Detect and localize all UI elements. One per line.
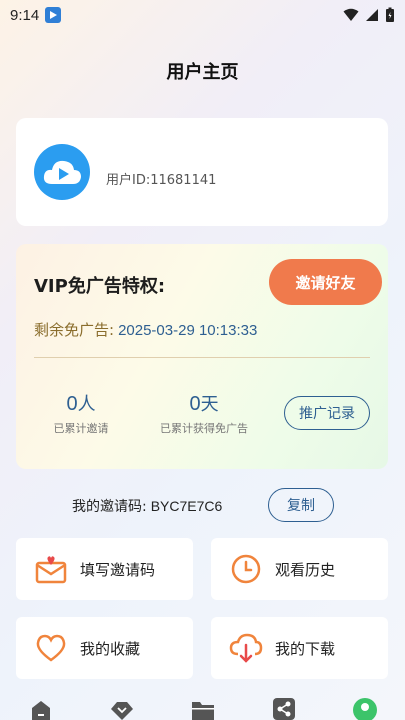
invited-stat: 0人 已累计邀请 [38,390,124,436]
invited-count: 0 [66,393,78,415]
remaining-label: 剩余免广告: [34,321,115,339]
cloud-play-icon [43,160,81,184]
app-notification-icon [45,7,62,23]
home-icon [31,701,50,720]
clock-icon [229,552,263,586]
days-count-row: 0天 [146,390,262,416]
status-bar: 9:14 [0,0,405,30]
menu-downloads[interactable]: 我的下载 [211,617,388,679]
menu-label: 填写邀请码 [80,560,156,579]
invite-code: 我的邀请码: BYC7E7C6 [72,496,222,516]
promo-records-button[interactable]: 推广记录 [284,396,370,430]
tab-vip[interactable] [102,694,142,720]
folder-icon [191,702,214,720]
profile-icon [352,698,377,720]
envelope-heart-icon [34,552,68,586]
invite-friends-button[interactable]: 邀请好友 [269,259,382,305]
menu-label: 我的收藏 [80,639,141,658]
avatar[interactable] [34,144,90,200]
invited-count-row: 0人 [38,390,124,416]
user-id: 用户ID:11681141 [106,173,217,188]
tab-home[interactable] [21,694,61,720]
signal-icon [366,9,378,21]
menu-favorites[interactable]: 我的收藏 [16,617,193,679]
remaining-value: 2025-03-29 10:13:33 [118,322,258,339]
divider [34,357,370,358]
invite-code-value: BYC7E7C6 [150,498,223,514]
invited-label: 已累计邀请 [53,422,109,435]
days-count: 0 [189,393,201,415]
invited-unit: 人 [77,394,96,415]
invite-code-row: 我的邀请码: BYC7E7C6 复制 [0,488,405,522]
tab-profile[interactable] [345,694,385,720]
tab-bar [0,686,405,720]
copy-button[interactable]: 复制 [268,488,334,522]
tab-share[interactable] [264,694,304,720]
tab-files[interactable] [183,694,223,720]
menu-label: 观看历史 [275,560,336,579]
page-title: 用户主页 [166,62,239,83]
heart-icon [34,631,68,665]
days-stat: 0天 已累计获得免广告 [146,390,262,436]
menu-label: 我的下载 [275,639,336,658]
status-icons [343,7,395,23]
days-unit: 天 [200,394,219,415]
remaining-ad-free: 剩余免广告: 2025-03-29 10:13:33 [34,319,257,340]
profile-card: 用户ID:11681141 [16,118,388,226]
share-icon [272,698,295,720]
menu-watch-history[interactable]: 观看历史 [211,538,388,600]
days-label: 已累计获得免广告 [160,422,248,435]
wifi-icon [343,8,359,21]
menu-enter-invite-code[interactable]: 填写邀请码 [16,538,193,600]
diamond-icon [110,702,133,720]
vip-title: VIP免广告特权: [34,276,166,297]
status-time: 9:14 [10,6,40,24]
vip-card: VIP免广告特权: 邀请好友 剩余免广告: 2025-03-29 10:13:33… [16,244,388,469]
invite-code-label: 我的邀请码: [72,499,147,515]
cloud-download-icon [229,631,263,665]
battery-icon [386,7,394,22]
